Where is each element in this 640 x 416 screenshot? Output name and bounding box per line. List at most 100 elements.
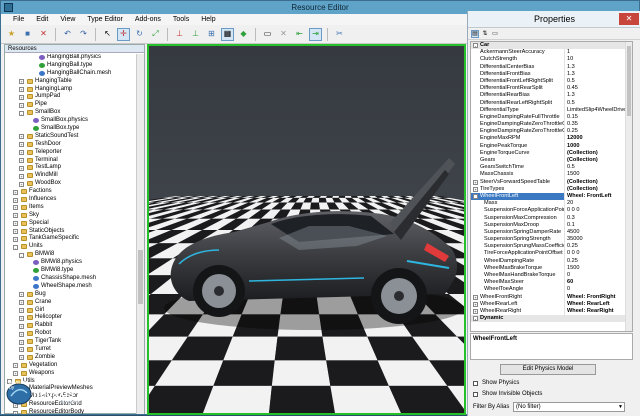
property-row[interactable]: SuspensionMaxCompression 0.3 bbox=[471, 214, 632, 222]
categorized-icon[interactable]: ▤ bbox=[471, 29, 479, 38]
expand-icon[interactable]: + bbox=[13, 213, 18, 219]
property-row[interactable]: EngineMaxRPM 12000 bbox=[471, 135, 632, 143]
cancel-icon[interactable]: ✕ bbox=[277, 28, 290, 41]
property-value[interactable]: 1 bbox=[565, 49, 632, 56]
property-category[interactable]: - Car bbox=[471, 42, 632, 50]
property-value[interactable]: 0 0 0 bbox=[565, 250, 632, 257]
property-value[interactable]: (Collection) bbox=[565, 186, 632, 193]
property-value[interactable]: Wheel: RearRight bbox=[565, 308, 632, 315]
menu-file[interactable]: File bbox=[13, 16, 24, 23]
property-row[interactable]: TireForceApplicationPointOffset 0 0 0 bbox=[471, 250, 632, 258]
property-pages-icon[interactable]: ▭ bbox=[491, 30, 499, 38]
tree-item[interactable]: + StaticSoundTest bbox=[5, 133, 137, 141]
expand-icon[interactable]: + bbox=[19, 331, 24, 337]
redo-icon[interactable]: ↷ bbox=[77, 28, 90, 41]
property-row[interactable]: EngineDampingRateFullThrottle 0.15 bbox=[471, 113, 632, 122]
tree-item[interactable]: + Helicopter bbox=[5, 314, 137, 322]
tree-item[interactable]: WheelShape.mesh bbox=[5, 283, 137, 291]
property-row[interactable]: MassChassis 1500 bbox=[471, 171, 632, 179]
filter-by-alias-select[interactable]: (No filter) ▼ bbox=[513, 402, 625, 412]
expand-icon[interactable]: + bbox=[473, 308, 478, 314]
expand-icon[interactable]: + bbox=[473, 294, 478, 300]
property-value[interactable]: 60 bbox=[565, 279, 632, 286]
expand-icon[interactable]: + bbox=[19, 87, 24, 93]
property-row[interactable]: AckermannSteerAccuracy 1 bbox=[471, 49, 632, 57]
tree-item[interactable]: + Influences bbox=[5, 196, 137, 204]
move-icon[interactable]: ✛ bbox=[117, 27, 130, 41]
property-row[interactable]: SuspensionSpringStrength 35000 bbox=[471, 236, 632, 244]
menu-view[interactable]: View bbox=[60, 16, 75, 23]
property-row[interactable]: EngineTorqueCurve (Collection) bbox=[471, 149, 632, 157]
property-row[interactable]: WheelToeAngle 0 bbox=[471, 286, 632, 294]
tree-item[interactable]: + Crane bbox=[5, 299, 137, 307]
collapse-icon[interactable]: - bbox=[473, 193, 478, 199]
tree-item[interactable]: - Units bbox=[5, 243, 137, 251]
property-row[interactable]: SuspensionMaxDroop 0.1 bbox=[471, 221, 632, 229]
expand-icon[interactable]: + bbox=[19, 315, 24, 321]
property-row[interactable]: EngineDampingRateZeroThrottleClutchDisen… bbox=[471, 128, 632, 136]
property-row[interactable]: + TireTypes (Collection) bbox=[471, 185, 632, 193]
menu-edit[interactable]: Edit bbox=[36, 16, 48, 23]
expand-icon[interactable]: + bbox=[19, 134, 24, 140]
new-icon[interactable]: ★ bbox=[5, 28, 18, 41]
tree-item[interactable]: + HangingTable bbox=[5, 78, 137, 86]
expand-icon[interactable]: + bbox=[13, 371, 18, 377]
collapse-icon[interactable]: - bbox=[13, 244, 18, 250]
tree-item[interactable]: SmallBox.physics bbox=[5, 117, 137, 125]
tree-item[interactable]: HangingBall.type bbox=[5, 62, 137, 70]
menu-help[interactable]: Help bbox=[201, 16, 215, 23]
property-row[interactable]: Mass 20 bbox=[471, 200, 632, 208]
property-category[interactable]: - Dynamic bbox=[471, 315, 632, 323]
property-value[interactable]: (Collection) bbox=[565, 150, 632, 157]
property-row[interactable]: GearsSwitchTime 0.5 bbox=[471, 164, 632, 172]
save-icon[interactable]: ■ bbox=[21, 28, 34, 41]
property-value[interactable]: 0.5 bbox=[565, 164, 632, 171]
property-value[interactable]: 0.3 bbox=[565, 215, 632, 222]
tree-item[interactable]: + WindMill bbox=[5, 172, 137, 180]
property-row[interactable]: WheelMaxSteer 60 bbox=[471, 279, 632, 287]
property-value[interactable]: (Collection) bbox=[565, 157, 632, 164]
menu-tools[interactable]: Tools bbox=[173, 16, 189, 23]
property-row[interactable]: SuspensionSprungMassCoefficient 0.25 bbox=[471, 243, 632, 251]
property-value[interactable]: (Collection) bbox=[565, 179, 632, 186]
property-value[interactable]: 4500 bbox=[565, 229, 632, 236]
tree-item[interactable]: + JumpPad bbox=[5, 93, 137, 101]
property-row[interactable]: DifferentialFrontLeftRightSplit 0.5 bbox=[471, 77, 632, 86]
property-value[interactable]: 1500 bbox=[565, 265, 632, 272]
expand-icon[interactable]: + bbox=[19, 339, 24, 345]
tree-item[interactable]: HangingBallChain.mesh bbox=[5, 70, 137, 78]
tree-item[interactable]: + Turret bbox=[5, 346, 137, 354]
expand-icon[interactable]: + bbox=[13, 221, 18, 227]
property-value[interactable]: 0.35 bbox=[565, 121, 632, 128]
rotate-icon[interactable]: ↻ bbox=[133, 28, 146, 41]
select-icon[interactable]: ↖ bbox=[101, 28, 114, 41]
menu-type-editor[interactable]: Type Editor bbox=[87, 16, 122, 23]
axis-local-icon[interactable]: ⊥ bbox=[173, 28, 186, 41]
menu-add-ons[interactable]: Add-ons bbox=[135, 16, 161, 23]
tree-item[interactable]: + WoodBox bbox=[5, 180, 137, 188]
expand-icon[interactable]: + bbox=[13, 205, 18, 211]
property-value[interactable]: Wheel: FrontLeft bbox=[565, 193, 632, 200]
tree-item[interactable]: + TestLamp bbox=[5, 164, 137, 172]
tree-item[interactable]: + Vegetation bbox=[5, 362, 137, 370]
property-value[interactable]: 1.3 bbox=[565, 64, 632, 71]
property-value[interactable]: 0.15 bbox=[565, 114, 632, 121]
expand-icon[interactable]: + bbox=[473, 186, 478, 192]
property-row[interactable]: DifferentialCenterBias 1.3 bbox=[471, 63, 632, 71]
snap-icon[interactable]: ⊞ bbox=[205, 28, 218, 41]
property-value[interactable]: 0.5 bbox=[565, 100, 632, 107]
property-value[interactable]: 0 bbox=[565, 286, 632, 293]
tree-item[interactable]: + Terminal bbox=[5, 157, 137, 165]
tools-icon[interactable]: ✂ bbox=[333, 28, 346, 41]
tree-item[interactable]: BMWi8.type bbox=[5, 267, 137, 275]
property-row[interactable]: + WheelFrontRight Wheel: FrontRight bbox=[471, 293, 632, 301]
scale-icon[interactable]: ⤢ bbox=[149, 28, 162, 41]
property-row[interactable]: - WheelFrontLeft Wheel: FrontLeft bbox=[471, 192, 632, 201]
property-row[interactable]: Gears (Collection) bbox=[471, 157, 632, 165]
edit-physics-model-button[interactable]: Edit Physics Model bbox=[500, 364, 596, 375]
expand-icon[interactable]: + bbox=[13, 410, 18, 414]
tree-item[interactable]: - BMWi8 bbox=[5, 251, 137, 259]
property-value[interactable]: 0.25 bbox=[565, 128, 632, 135]
tree-item[interactable]: + TigerTank bbox=[5, 338, 137, 346]
expand-icon[interactable]: + bbox=[19, 102, 24, 108]
